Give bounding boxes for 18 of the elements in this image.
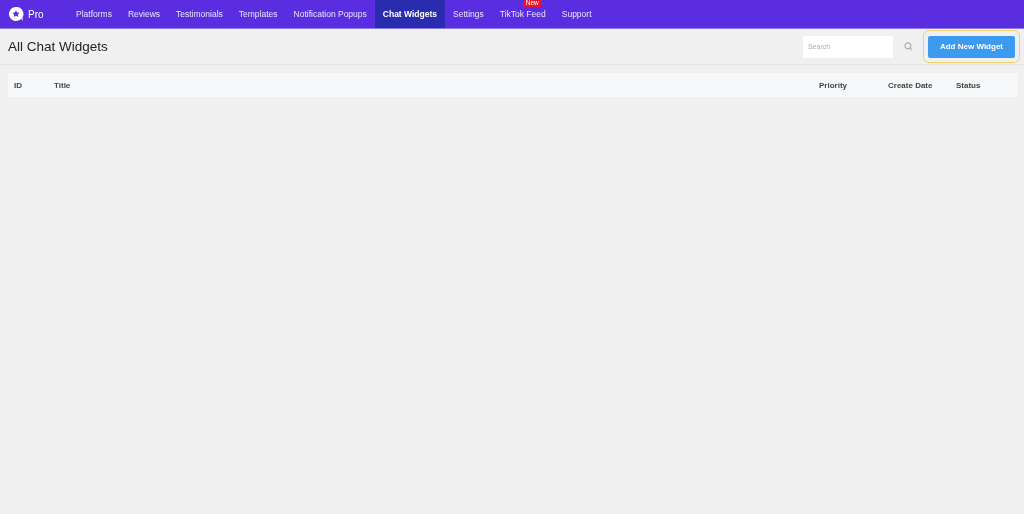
nav-tab[interactable]: Notification Popups [285,0,375,28]
nav-tab[interactable]: Support [553,0,600,28]
nav-tab[interactable]: TikTok Feed [491,9,554,28]
nav-tab[interactable]: Platforms [68,0,120,28]
page-title: All Chat Widgets [8,39,108,54]
brand-name: Pro [28,8,44,20]
search-icon[interactable] [903,42,913,51]
column-header: Priority [819,80,848,90]
nav-tab[interactable]: Settings [445,0,492,28]
column-header: ID [13,80,23,90]
nav-tab[interactable]: Templates [230,0,286,28]
column-header: Title [54,80,72,90]
column-header: Create Date [888,80,934,90]
column-header: Status [956,80,982,90]
star-logo-icon [8,6,24,22]
nav-tab[interactable]: Testimonials [168,0,231,28]
nav-tab[interactable]: Reviews [119,0,169,28]
nav-tab[interactable]: Chat Widgets [374,0,446,28]
